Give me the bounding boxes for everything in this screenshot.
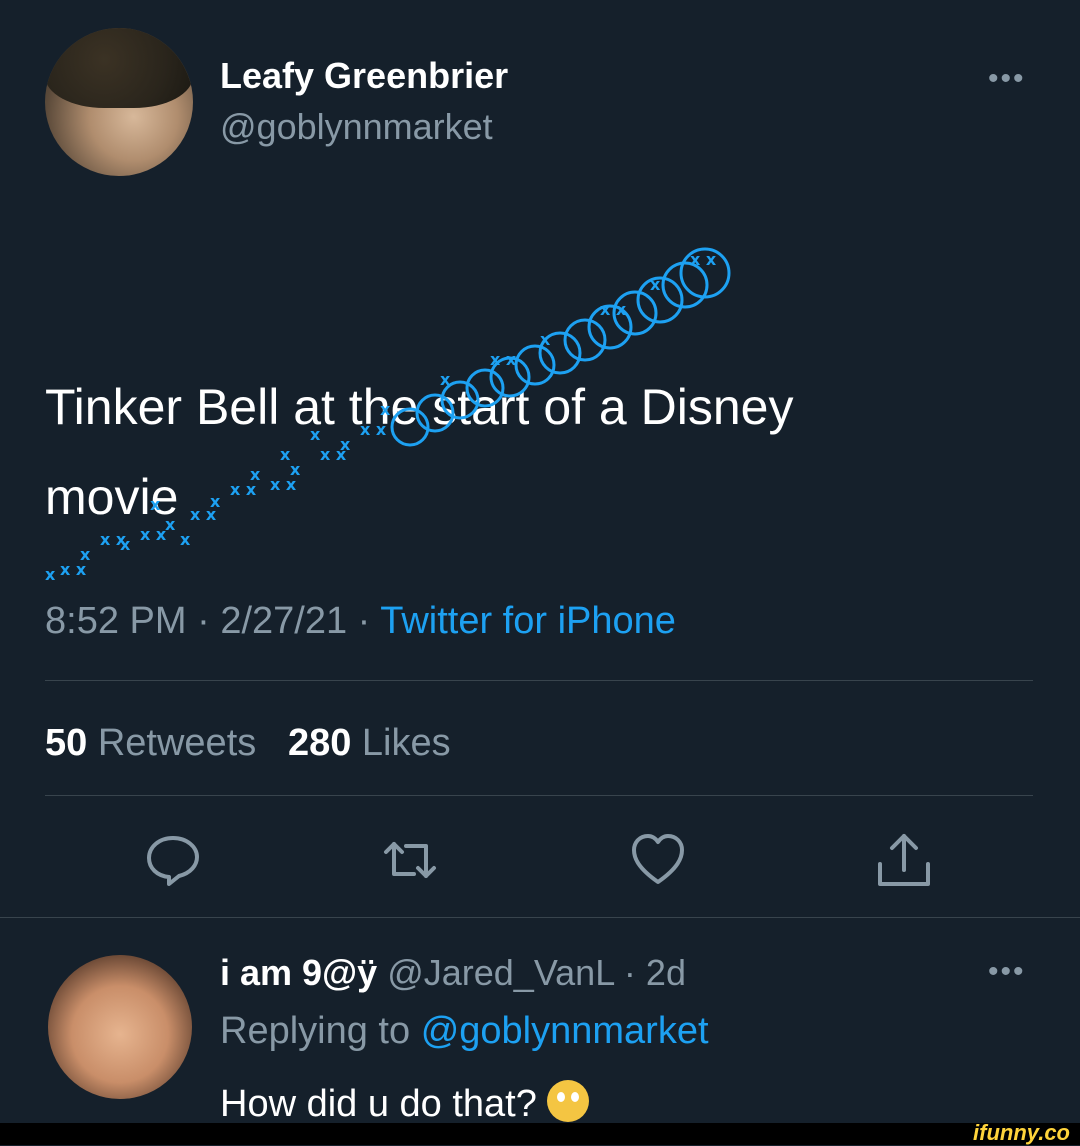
retweets-count: 50 xyxy=(45,722,88,764)
replying-to: Replying to @goblynnmarket xyxy=(220,1010,709,1053)
svg-text:x: x xyxy=(650,275,661,294)
separator: · xyxy=(623,952,636,993)
tweet-time: 8:52 PM xyxy=(45,600,187,642)
likes-count: 280 xyxy=(287,722,352,764)
like-icon[interactable] xyxy=(628,830,688,890)
svg-text:x x: x x xyxy=(600,300,627,319)
retweets-label: Retweets xyxy=(97,722,257,764)
watermark-bar xyxy=(0,1123,1080,1145)
watermark-logo: ifunny.co xyxy=(973,1120,1070,1145)
screaming-face-emoji-icon xyxy=(546,1080,589,1122)
divider xyxy=(0,917,1080,918)
reply-icon[interactable] xyxy=(143,830,203,890)
author-name[interactable]: Leafy Greenbrier xyxy=(220,55,508,97)
svg-text:x x: x x xyxy=(60,560,87,579)
tweet-text-line-1: Tinker Bell at the start of a Disney xyxy=(45,379,794,435)
more-options-icon[interactable]: ••• xyxy=(988,62,1026,96)
separator: · xyxy=(197,600,210,642)
svg-text:x: x xyxy=(540,330,551,349)
share-icon[interactable] xyxy=(874,830,934,890)
author-avatar[interactable] xyxy=(45,28,193,176)
separator: · xyxy=(357,600,371,642)
tweet-source-link[interactable]: Twitter for iPhone xyxy=(380,600,676,642)
retweet-icon[interactable] xyxy=(380,830,440,890)
svg-text:x: x xyxy=(80,545,91,564)
replying-prefix: Replying to xyxy=(220,1010,411,1052)
reply-author-name[interactable]: i am 9@ÿ xyxy=(220,952,377,993)
reply-text-content: How did u do that? xyxy=(220,1083,537,1125)
reply-author-avatar[interactable] xyxy=(48,955,192,1099)
tweet-meta: 8:52 PM · 2/27/21 · Twitter for iPhone xyxy=(45,600,676,643)
reply-header: i am 9@ÿ @Jared_VanL · 2d xyxy=(220,952,686,994)
reply-more-options-icon[interactable]: ••• xyxy=(988,955,1026,989)
tweet-text-line-2: movie xyxy=(45,469,179,525)
replying-to-mention[interactable]: @goblynnmarket xyxy=(421,1010,709,1052)
tweet-text: Tinker Bell at the start of a Disney mov… xyxy=(45,362,945,542)
author-handle[interactable]: @goblynnmarket xyxy=(220,106,493,148)
reply-author-handle[interactable]: @Jared_VanL xyxy=(387,952,614,993)
likes-label: Likes xyxy=(361,722,451,764)
retweets-stat[interactable]: 50 Retweets xyxy=(45,722,256,764)
svg-text:x x: x x xyxy=(690,250,717,269)
divider xyxy=(45,795,1033,796)
reply-age: 2d xyxy=(645,952,686,993)
divider xyxy=(45,680,1033,681)
reply-text: How did u do that? xyxy=(220,1080,589,1126)
tweet-stats: 50 Retweets 280 Likes xyxy=(45,722,451,765)
likes-stat[interactable]: 280 Likes xyxy=(288,722,451,764)
svg-text:x: x xyxy=(45,565,56,584)
tweet-date: 2/27/21 xyxy=(220,600,348,642)
